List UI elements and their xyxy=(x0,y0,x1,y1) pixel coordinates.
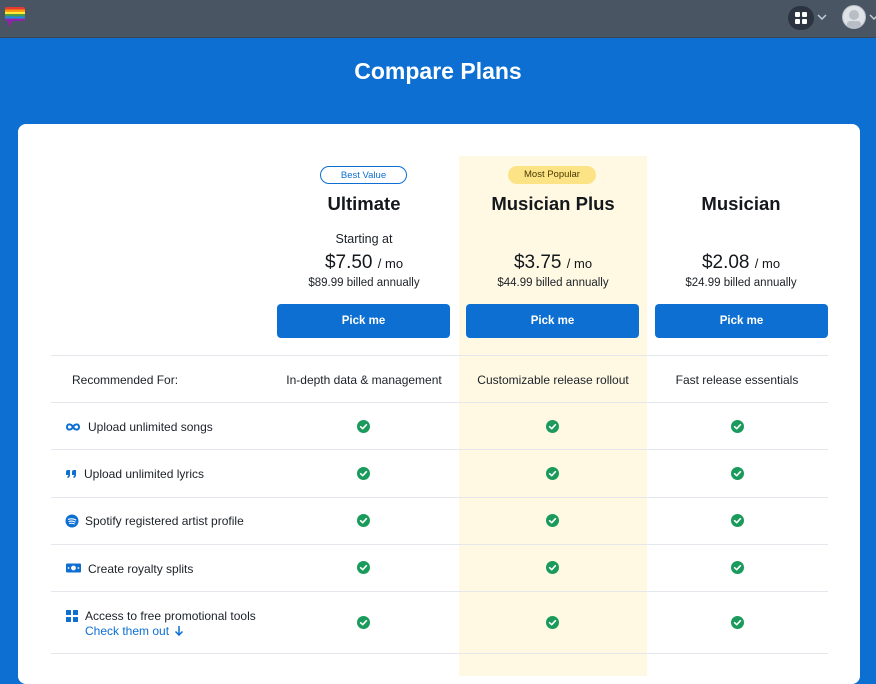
check-icon xyxy=(356,560,370,574)
feature-label: Access to free promotional tools xyxy=(85,609,256,623)
pick-musician-button[interactable]: Pick me xyxy=(655,304,828,338)
apps-menu-button[interactable] xyxy=(788,6,814,30)
check-them-out-link[interactable]: Check them out xyxy=(85,624,184,638)
recommended-for-label: Recommended For: xyxy=(72,373,179,387)
row-divider xyxy=(51,449,828,450)
plan-name-ultimate: Ultimate xyxy=(327,193,401,214)
plan-name-musician-plus: Musician Plus xyxy=(491,193,615,214)
grid-icon xyxy=(795,12,807,24)
check-icon xyxy=(356,419,370,433)
plan-name-musician: Musician xyxy=(701,193,781,214)
price-ultimate: $7.50 / mo xyxy=(270,252,458,274)
price-unit: / mo xyxy=(754,256,781,271)
price-musician-plus: $3.75 / mo xyxy=(459,252,647,274)
user-avatar-icon xyxy=(847,10,861,28)
feature-label: Upload unlimited lyrics xyxy=(84,467,205,481)
arrow-down-icon xyxy=(175,626,184,637)
price-musician: $2.08 / mo xyxy=(647,252,835,274)
grid-tools-icon xyxy=(66,610,78,622)
recommended-musician: Fast release essentials xyxy=(675,373,799,387)
rainbow-logo-icon[interactable] xyxy=(4,5,26,31)
price-value: $3.75 xyxy=(513,252,562,273)
check-icon xyxy=(545,419,559,433)
avatar[interactable] xyxy=(842,5,866,29)
most-popular-badge: Most Popular xyxy=(508,166,596,184)
row-divider xyxy=(51,591,828,592)
check-icon xyxy=(545,513,559,527)
billed-annually-musician: $24.99 billed annually xyxy=(685,277,797,289)
recommended-musician-plus: Customizable release rollout xyxy=(477,373,629,387)
check-icon xyxy=(545,615,559,629)
check-icon xyxy=(356,466,370,480)
check-icon xyxy=(545,466,559,480)
link-text: Check them out xyxy=(85,624,170,638)
pick-ultimate-button[interactable]: Pick me xyxy=(277,304,450,338)
best-value-badge: Best Value xyxy=(320,166,407,184)
check-icon xyxy=(730,466,744,480)
billed-annually-musician-plus: $44.99 billed annually xyxy=(497,277,609,289)
row-divider xyxy=(51,402,828,403)
row-divider xyxy=(51,544,828,545)
money-icon xyxy=(66,563,81,573)
infinity-icon xyxy=(65,423,81,431)
feature-label: Spotify registered artist profile xyxy=(85,514,244,528)
starting-at-label: Starting at xyxy=(335,232,393,246)
popular-plan-highlight xyxy=(459,156,647,676)
page-title: Compare Plans xyxy=(354,58,522,84)
check-icon xyxy=(356,615,370,629)
price-value: $7.50 xyxy=(324,252,373,273)
chevron-down-icon[interactable] xyxy=(817,13,827,21)
recommended-ultimate: In-depth data & management xyxy=(286,373,442,387)
spotify-icon xyxy=(65,514,79,528)
row-divider xyxy=(51,497,828,498)
check-icon xyxy=(730,513,744,527)
row-divider xyxy=(51,355,828,356)
check-icon xyxy=(730,615,744,629)
check-icon xyxy=(356,513,370,527)
check-icon xyxy=(730,560,744,574)
top-bar xyxy=(0,0,876,38)
quote-icon xyxy=(66,470,76,478)
feature-label: Create royalty splits xyxy=(88,562,194,576)
pick-musician-plus-button[interactable]: Pick me xyxy=(466,304,639,338)
row-divider xyxy=(51,653,828,654)
check-icon xyxy=(730,419,744,433)
price-value: $2.08 xyxy=(701,252,750,273)
feature-label: Upload unlimited songs xyxy=(88,420,213,434)
chevron-down-icon[interactable] xyxy=(869,13,876,21)
billed-annually-ultimate: $89.99 billed annually xyxy=(308,277,420,289)
price-unit: / mo xyxy=(566,256,593,271)
price-unit: / mo xyxy=(377,256,404,271)
check-icon xyxy=(545,560,559,574)
